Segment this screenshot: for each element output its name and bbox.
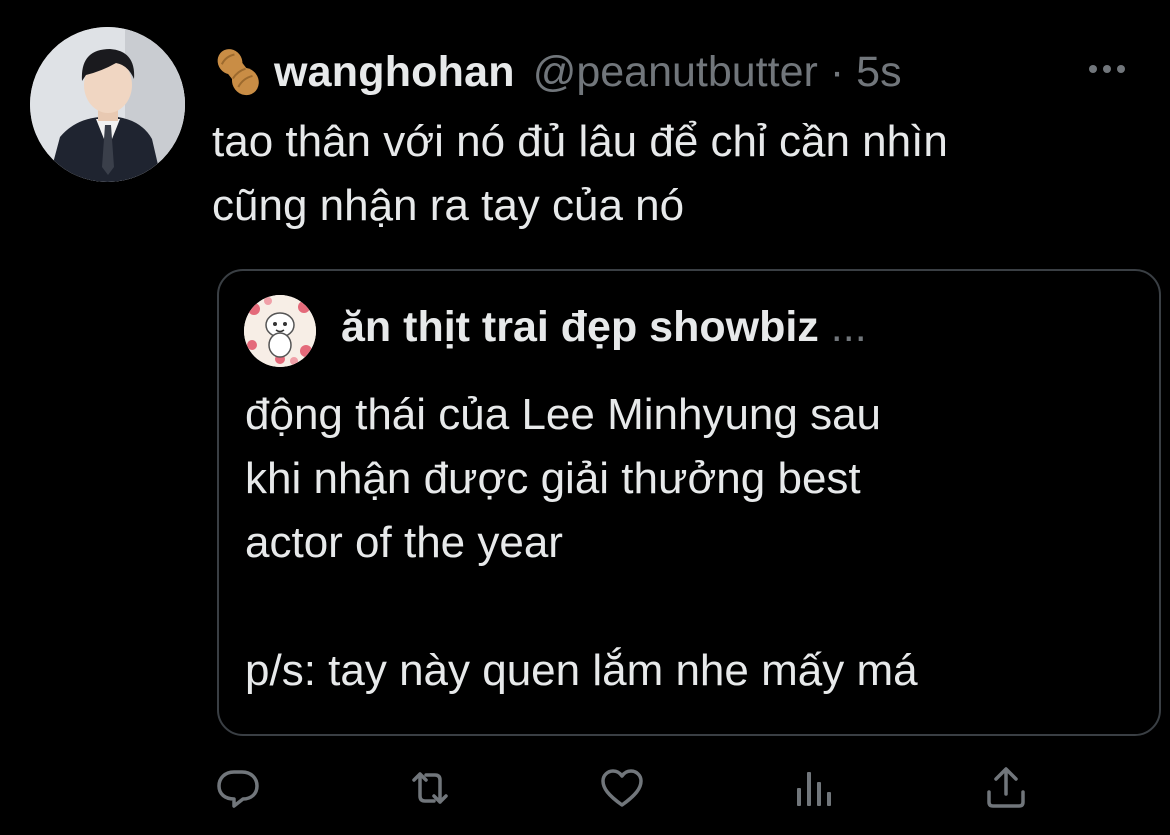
avatar-image <box>30 27 185 182</box>
reply-icon <box>217 770 259 808</box>
tweet-text: tao thân với nó đủ lâu để chỉ cần nhìn c… <box>212 117 948 230</box>
timestamp[interactable]: 5s <box>856 48 901 97</box>
retweet-button[interactable] <box>406 764 454 812</box>
separator-dot: · <box>829 47 845 96</box>
like-button[interactable] <box>598 764 646 812</box>
quoted-name-text: ăn thịt trai đẹp showbiz <box>341 303 819 351</box>
analytics-icon <box>797 772 831 806</box>
user-handle[interactable]: @peanutbutter <box>533 48 818 97</box>
analytics-button[interactable] <box>790 764 838 812</box>
retweet-icon <box>412 772 448 804</box>
quoted-display-name[interactable]: ăn thịt trai đẹp showbiz... <box>341 303 867 352</box>
peanut-icon <box>212 44 264 100</box>
tweet-header: wanghohan @peanutbutter · 5s <box>212 42 902 102</box>
quoted-name-ellipsis: ... <box>830 303 867 351</box>
tweet: wanghohan @peanutbutter · 5s tao thân vớ… <box>0 0 1170 835</box>
more-horizontal-icon[interactable] <box>1087 62 1127 76</box>
share-button[interactable] <box>982 764 1030 812</box>
reply-button[interactable] <box>214 764 262 812</box>
display-name[interactable]: wanghohan <box>274 48 515 97</box>
like-icon <box>601 769 643 807</box>
share-icon <box>987 767 1025 808</box>
quoted-tweet-text: động thái của Lee Minhyung sau khi nhận … <box>245 390 918 695</box>
quoted-avatar[interactable] <box>244 295 316 367</box>
action-bar <box>0 764 1170 814</box>
quoted-tweet[interactable]: ăn thịt trai đẹp showbiz... động thái củ… <box>217 269 1161 736</box>
avatar[interactable] <box>30 27 185 182</box>
quoted-avatar-image <box>244 295 316 367</box>
